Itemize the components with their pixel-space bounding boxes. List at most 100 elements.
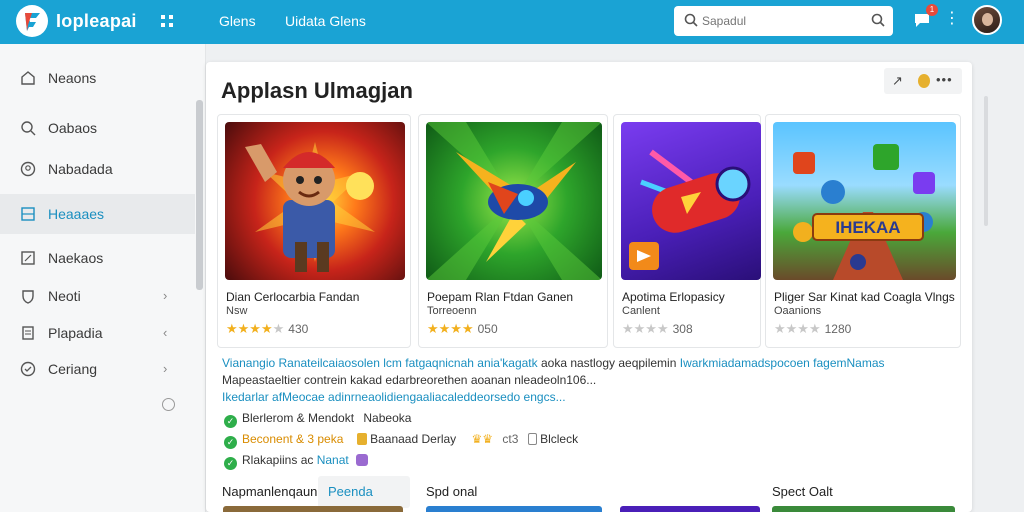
shield-icon (22, 290, 34, 304)
feature-item: ✓ Rlakapiins ac Nanat (224, 453, 369, 470)
app-thumbnail[interactable] (621, 122, 761, 280)
app-card[interactable]: IHEKAA Pliger Sar Kinat kad Coagla Vlngs… (765, 114, 961, 348)
feature-extra: Nabeoka (363, 411, 412, 425)
sidebar-item-naekaos[interactable]: Naekaos (0, 238, 195, 278)
rating-stars: ★★★★ 050 (427, 321, 498, 336)
sidebar: Neaons Oabaos Nabadada Heaaaes Naekaos N… (0, 44, 206, 512)
app-subtitle: Nsw (226, 305, 248, 317)
app-subtitle: Canlent (622, 305, 660, 317)
sidebar-item-oabaos[interactable]: Oabaos (0, 108, 195, 148)
nav-link-uidata-glens[interactable]: Uidata Glens (285, 13, 366, 29)
top-bar: Iopleapai Glens Uidata Glens 1 ⋮ (0, 0, 1024, 44)
page-scrollbar[interactable] (984, 96, 988, 226)
page-title: Applasn Ulmagjan (221, 78, 413, 103)
app-thumbnail[interactable] (225, 122, 405, 280)
sidebar-item-label: Naekaos (48, 250, 104, 266)
app-thumbnail[interactable]: IHEKAA (773, 122, 956, 280)
sidebar-item-neoti[interactable]: Neoti › (0, 276, 195, 316)
app-thumbnail[interactable] (426, 122, 602, 280)
feature-item: ✓ Beconent & 3 peka Baanaad Derlay ♛♛ ct3… (224, 432, 578, 449)
app-thumbnail-preview[interactable] (772, 506, 955, 512)
app-card[interactable]: Apotima Erlopasicy Canlent ★★★★ 308 (613, 114, 761, 348)
chevron-left-icon[interactable]: ‹ (163, 325, 167, 340)
section-label[interactable]: Napmanlenqauni (222, 484, 320, 499)
description-text: Mapeastaeltier contrein kakad edarbreore… (222, 373, 597, 387)
sidebar-scrollbar[interactable] (196, 100, 203, 290)
rating-stars: ★★★★ 308 (622, 321, 693, 336)
sidebar-item-label: Heaaaes (48, 206, 105, 222)
description-link[interactable]: Vianangio Ranateilcaiaosolen lcm fatgaqn… (222, 356, 538, 370)
app-card[interactable]: Poepam Rlan Ftdan Ganen Torreoenn ★★★★ 05… (418, 114, 608, 348)
rating-count: 050 (477, 322, 498, 336)
check-icon: ✓ (224, 415, 237, 428)
search-icon (684, 13, 698, 27)
sidebar-item-heaaaes[interactable]: Heaaaes (0, 194, 195, 234)
search-icon (21, 121, 36, 136)
check-icon: ✓ (224, 436, 237, 449)
user-avatar[interactable] (972, 5, 1002, 35)
notification-badge: 1 (926, 4, 938, 16)
coin-icon[interactable] (918, 74, 930, 88)
search-submit-icon[interactable] (871, 13, 885, 27)
sidebar-item-label: Ceriang (48, 361, 98, 377)
more-options-icon[interactable]: ••• (936, 72, 953, 87)
settings-circle-icon[interactable] (162, 398, 175, 411)
description-link[interactable]: Iwarkmiadamadspocoen fagemNamas (680, 356, 885, 370)
app-title[interactable]: Pliger Sar Kinat kad Coagla Vlngs (774, 291, 968, 304)
edit-icon (21, 251, 35, 265)
app-title[interactable]: Poepam Rlan Ftdan Ganen (427, 291, 615, 304)
app-thumbnail-preview[interactable] (223, 506, 403, 512)
feature-extra: ct3 (502, 432, 519, 446)
more-menu-icon[interactable]: ⋮ (944, 8, 961, 28)
person-icon (20, 161, 36, 177)
sidebar-item-label: Plapadia (48, 325, 103, 341)
app-thumbnail-preview[interactable] (620, 506, 760, 512)
section-label[interactable]: Spect Oalt (772, 484, 833, 499)
chevron-right-icon[interactable]: › (163, 361, 167, 376)
panel-toolbar: ↗ ••• (884, 68, 962, 94)
sidebar-item-nabadada[interactable]: Nabadada (0, 149, 195, 189)
sidebar-item-label: Neaons (48, 70, 97, 86)
app-title[interactable]: Dian Cerlocarbia Fandan (226, 291, 418, 304)
sidebar-item-ceriang[interactable]: Ceriang › (0, 349, 195, 389)
app-description: Vianangio Ranateilcaiaosolen lcm fatgaqn… (222, 355, 942, 406)
rating-count: 1280 (824, 322, 852, 336)
feature-link[interactable]: Nanat (317, 453, 349, 467)
description-text: aoka nastlogy aeqpilemin (540, 356, 677, 370)
document-icon (22, 326, 34, 340)
feature-item: ✓ Blerlerom & Mendokt Nabeoka (224, 411, 411, 428)
tab-peenda[interactable]: Peenda (318, 476, 410, 508)
app-title[interactable]: Apotima Erlopasicy (622, 291, 768, 304)
coin-icon (356, 433, 367, 445)
share-arrow-icon[interactable]: ↗ (892, 73, 903, 89)
rating-count: 308 (672, 322, 693, 336)
feature-extra: Baanaad Derlay (370, 432, 457, 446)
section-label[interactable]: Spd onal (426, 484, 477, 499)
lock-icon (527, 433, 537, 445)
crown-icon: ♛♛ (471, 432, 494, 446)
chevron-right-icon[interactable]: › (163, 288, 167, 303)
app-subtitle: Torreoenn (427, 305, 477, 317)
description-link[interactable]: Ikedarlar afMeocae adinrneaolidiengaalia… (222, 389, 942, 406)
search-input[interactable] (702, 11, 862, 31)
home-icon (21, 71, 35, 85)
sidebar-item-plapadia[interactable]: Plapadia ‹ (0, 313, 195, 353)
thumbnail-logo-text: IHEKAA (835, 218, 900, 237)
app-logo[interactable] (16, 5, 48, 37)
rating-stars: ★★★★ 1280 (774, 321, 852, 336)
app-thumbnail-preview[interactable] (426, 506, 602, 512)
rating-stars: ★★★★★ 430 (226, 321, 309, 336)
app-card[interactable]: Dian Cerlocarbia Fandan Nsw ★★★★★ 430 (217, 114, 411, 348)
apps-grid-icon[interactable] (158, 12, 176, 30)
sidebar-item-label: Nabadada (48, 161, 113, 177)
sidebar-item-neaons[interactable]: Neaons (0, 58, 195, 98)
brand-name: Iopleapai (56, 11, 137, 31)
check-icon: ✓ (224, 457, 237, 470)
nav-link-glens[interactable]: Glens (219, 13, 256, 29)
search-box[interactable] (674, 6, 893, 36)
sidebar-item-label: Neoti (48, 288, 81, 304)
app-subtitle: Oaanions (774, 305, 822, 317)
gift-icon (356, 454, 369, 466)
sidebar-item-label: Oabaos (48, 120, 98, 136)
main-panel: Applasn Ulmagjan ↗ ••• Dian Cerlocarbia … (206, 62, 972, 512)
